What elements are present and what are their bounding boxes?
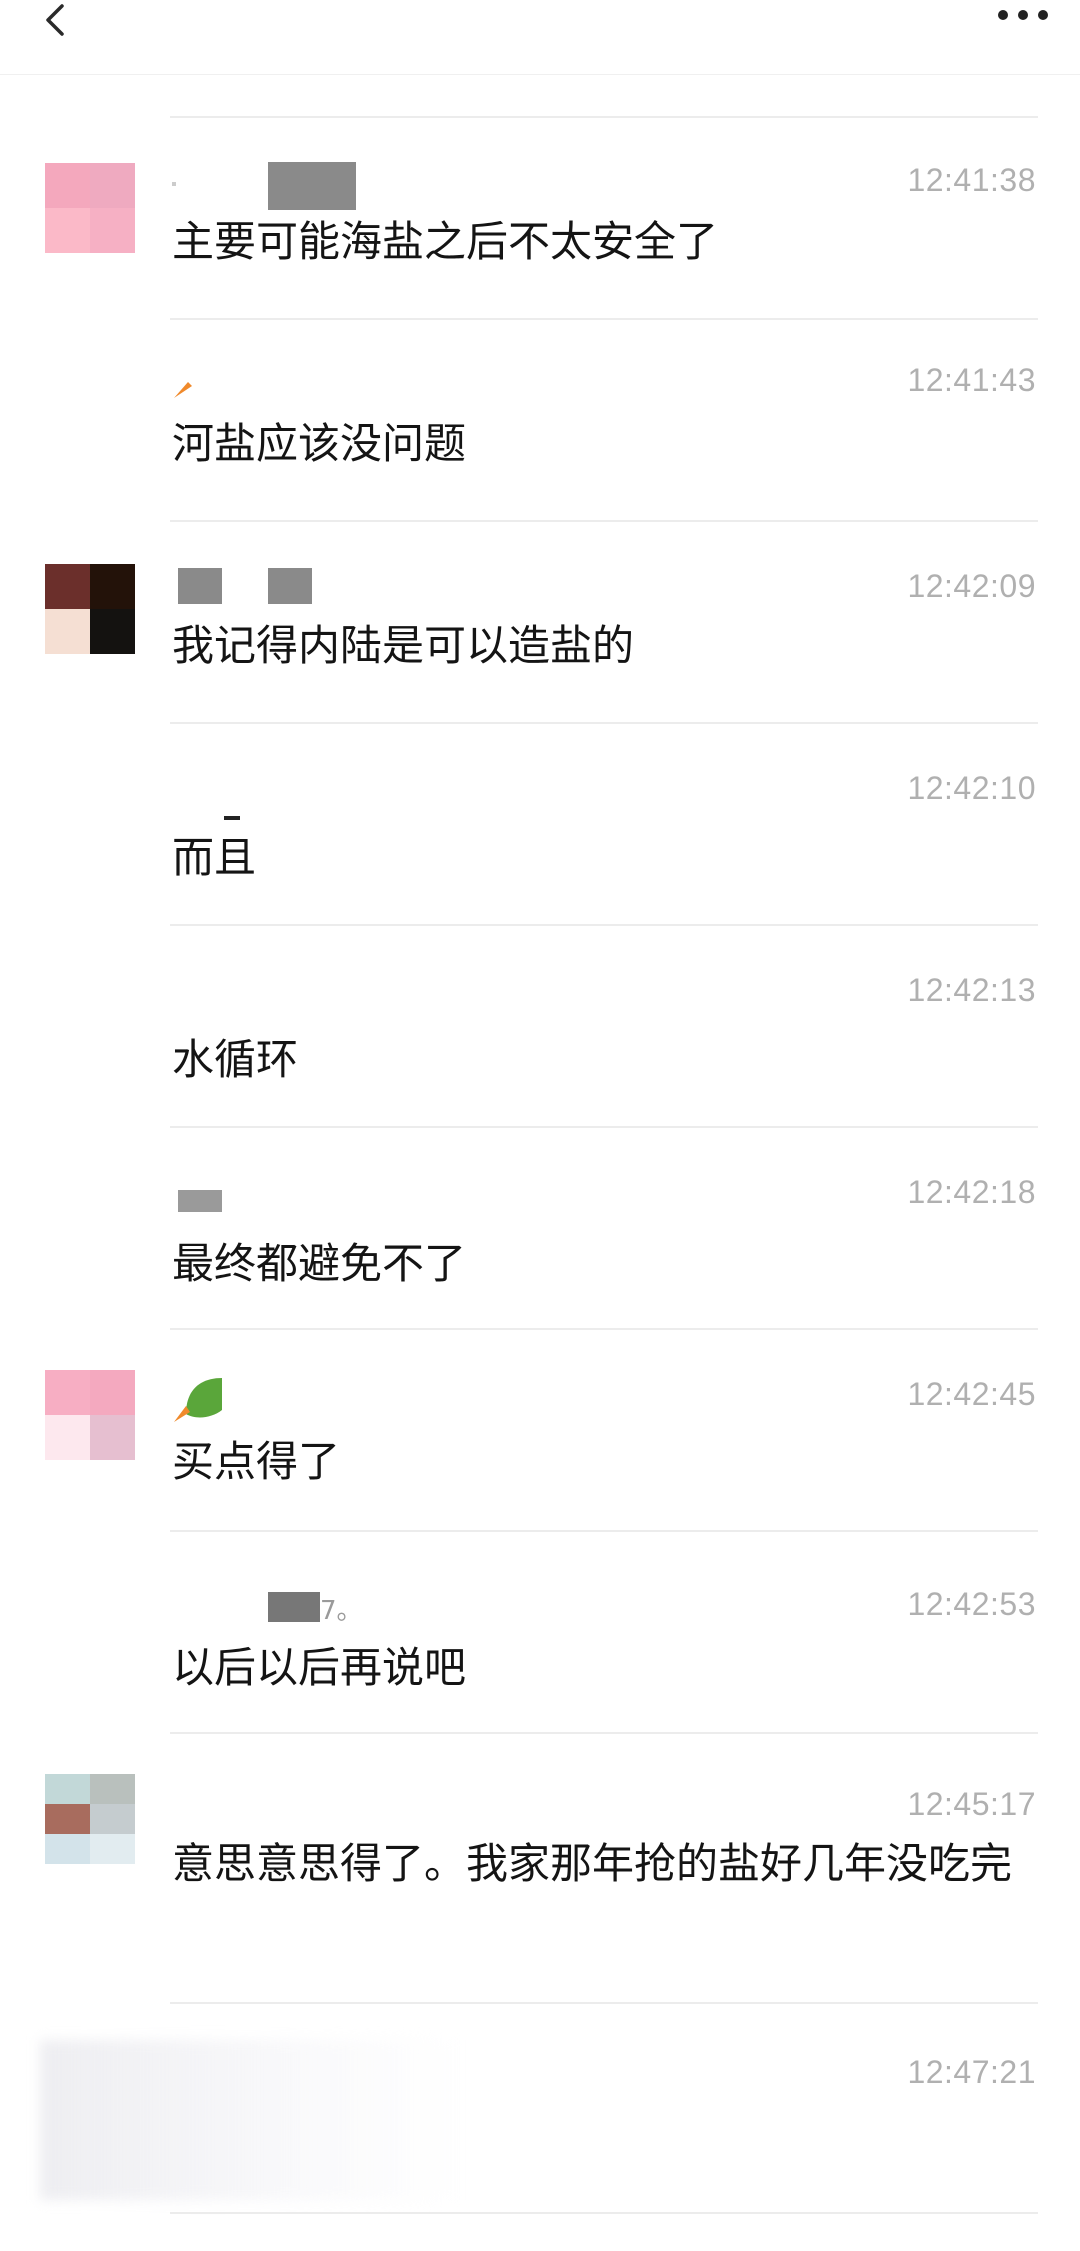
message-text: 最终都避免不了 xyxy=(172,1239,467,1288)
message-item[interactable]: 12:41:38 主要可能海盐之后不太安全了 xyxy=(0,118,1080,320)
sender-name-redacted xyxy=(172,360,472,416)
avatar-tile xyxy=(90,163,135,208)
avatar-tile xyxy=(45,1370,90,1415)
avatar-tile xyxy=(90,1415,135,1460)
more-button[interactable] xyxy=(988,0,1058,30)
avatar-tile xyxy=(45,208,90,253)
message-time: 12:42:09 xyxy=(907,568,1036,604)
avatar-tile xyxy=(45,564,90,609)
sender-name-fragment: 7。 xyxy=(320,1596,363,1626)
back-button[interactable] xyxy=(30,0,80,44)
message-item[interactable]: 12:42:13 水循环 xyxy=(0,926,1080,1128)
avatar[interactable] xyxy=(45,163,135,253)
chevron-left-icon xyxy=(46,4,64,36)
message-text: 我记得内陆是可以造盐的 xyxy=(172,621,635,670)
blurred-content xyxy=(40,2040,460,2200)
message-text: 主要可能海盐之后不太安全了 xyxy=(172,217,719,266)
message-time: 12:42:45 xyxy=(907,1376,1036,1412)
message-time: 12:42:13 xyxy=(907,972,1036,1008)
avatar[interactable] xyxy=(45,1370,135,1460)
avatar-tile xyxy=(90,208,135,253)
message-item[interactable]: 7。 12:42:53 以后以后再说吧 xyxy=(0,1532,1080,1734)
message-item[interactable]: 12:41:43 河盐应该没问题 xyxy=(0,320,1080,522)
message-time: 12:42:53 xyxy=(907,1586,1036,1622)
message-item[interactable]: 12:42:45 买点得了 xyxy=(0,1330,1080,1532)
message-text: 意思意思得了。我家那年抢的盐好几年没吃完 xyxy=(172,1839,1013,1888)
avatar-tile xyxy=(45,609,90,654)
avatar-tile xyxy=(90,1834,135,1864)
leaf-icon xyxy=(174,1378,222,1422)
message-text: 买点得了 xyxy=(172,1437,341,1486)
top-bar xyxy=(0,0,1080,75)
message-time: 12:42:18 xyxy=(907,1174,1036,1210)
message-text: 河盐应该没问题 xyxy=(172,419,467,468)
avatar-tile xyxy=(45,1804,90,1834)
avatar-tile xyxy=(45,1774,90,1804)
avatar-tile xyxy=(90,609,135,654)
message-item[interactable]: 12:42:09 我记得内陆是可以造盐的 xyxy=(0,522,1080,724)
avatar-tile xyxy=(90,1370,135,1415)
avatar-tile xyxy=(90,564,135,609)
avatar-tile xyxy=(45,163,90,208)
message-time: 12:41:38 xyxy=(907,162,1036,198)
avatar-tile xyxy=(45,1834,90,1864)
avatar-tile xyxy=(90,1774,135,1804)
sender-name-redacted xyxy=(172,564,472,620)
message-item[interactable]: 12:42:10 而且 xyxy=(0,724,1080,926)
avatar[interactable] xyxy=(45,1774,135,1864)
message-time: 12:47:21 xyxy=(907,2054,1036,2090)
avatar-tile xyxy=(90,1804,135,1834)
message-divider xyxy=(170,2212,1038,2214)
sender-name-redacted xyxy=(172,1370,472,1426)
message-item[interactable]: 12:42:18 最终都避免不了 xyxy=(0,1128,1080,1330)
message-text: 而且 xyxy=(172,833,257,882)
message-text: 水循环 xyxy=(172,1035,299,1084)
more-dots-icon xyxy=(998,10,1048,20)
message-time: 12:42:10 xyxy=(907,770,1036,806)
message-item[interactable]: 12:45:17 意思意思得了。我家那年抢的盐好几年没吃完 xyxy=(0,1734,1080,2004)
message-time: 12:45:17 xyxy=(907,1786,1036,1822)
message-time: 12:41:43 xyxy=(907,362,1036,398)
carrot-icon xyxy=(174,382,192,398)
message-text: 以后以后再说吧 xyxy=(172,1643,467,1692)
avatar[interactable] xyxy=(45,564,135,654)
avatar-tile xyxy=(45,1415,90,1460)
